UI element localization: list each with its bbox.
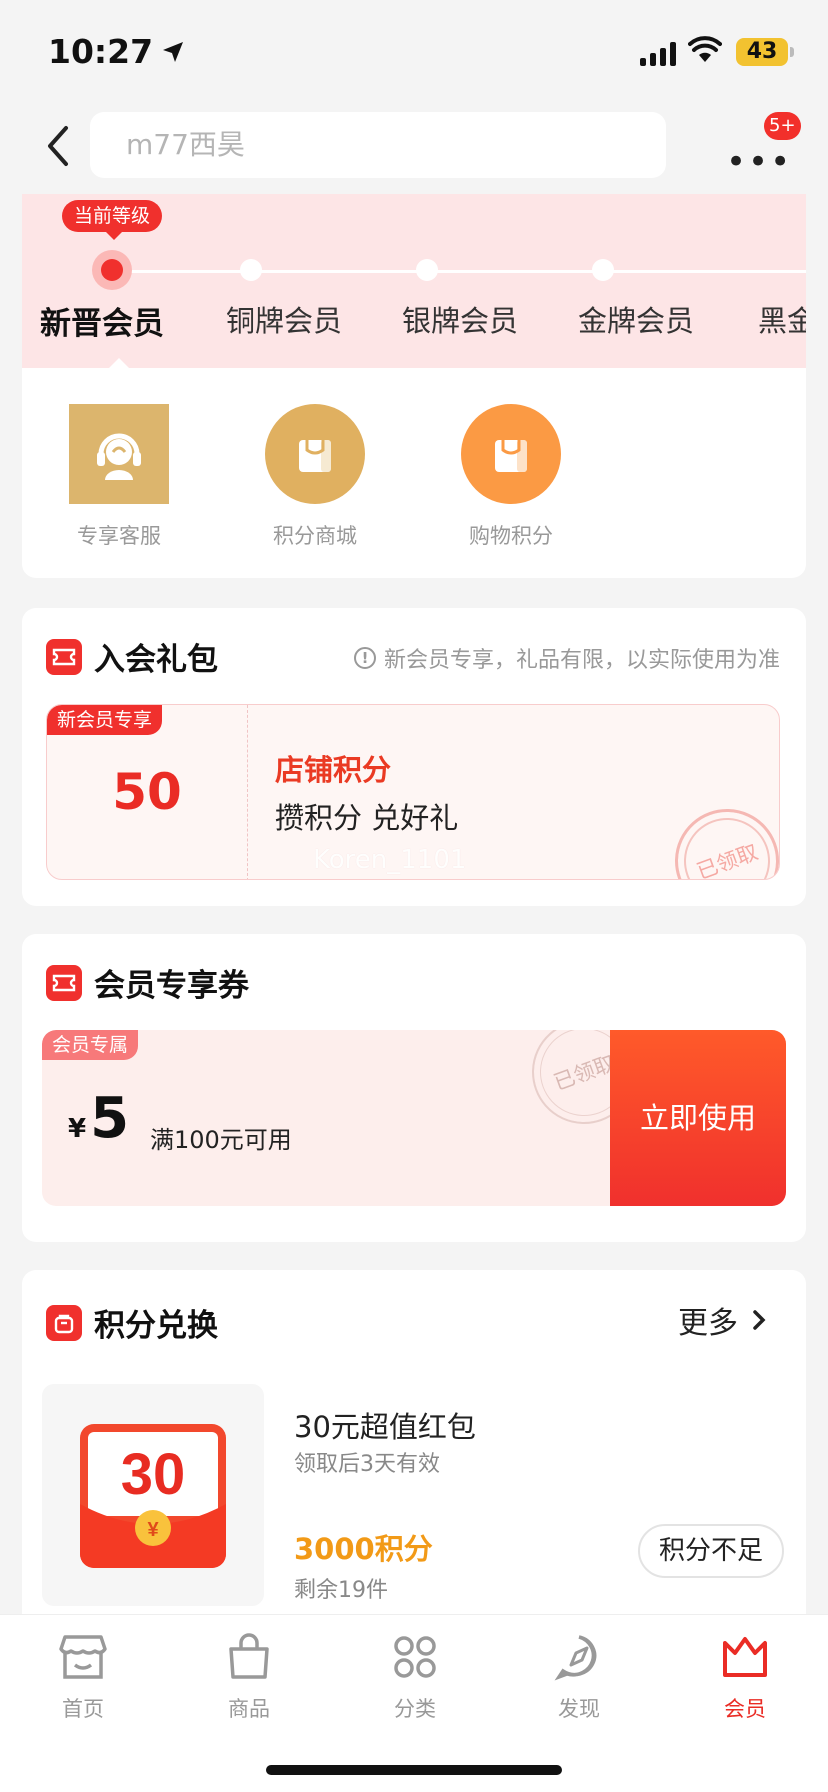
product-validity: 领取后3天有效: [294, 1452, 440, 1477]
home-indicator: [266, 1765, 562, 1775]
divider: [247, 705, 248, 879]
gift-pack-title: 入会礼包: [46, 634, 218, 679]
more-link[interactable]: 更多: [678, 1298, 766, 1342]
chevron-right-icon: [753, 1310, 766, 1330]
gift-name: 店铺积分: [275, 753, 392, 787]
level-new[interactable]: 新晋会员: [40, 298, 164, 343]
tab-categories[interactable]: 分类: [360, 1631, 470, 1723]
clock: 10:27: [48, 32, 185, 71]
envelope-value: 30: [121, 1442, 186, 1507]
current-level-dot: [92, 250, 132, 290]
level-gold[interactable]: 金牌会员: [578, 298, 694, 340]
back-chevron-icon[interactable]: [40, 122, 76, 170]
benefit-exclusive-service[interactable]: 专享客服: [64, 404, 174, 550]
envelope-currency: ¥: [147, 1519, 159, 1541]
tab-membership[interactable]: 会员: [690, 1631, 800, 1723]
points-exchange-card: 积分兑换 更多 30 ¥ 30元超值红包 领取后3天有效 3000积分 剩余19…: [22, 1270, 806, 1650]
compass-icon: [554, 1635, 597, 1681]
level-dot: [416, 259, 438, 281]
ticket-icon: [46, 964, 82, 1001]
coupon-item: 会员专属 ¥ 5 满100元可用 已领取 立即使用: [42, 1030, 786, 1206]
claimed-stamp: 已领取: [660, 794, 779, 879]
membership-level-card: 当前等级 新晋会员 铜牌会员 银牌会员 金牌会员 黑金 专享客服 积分商城 购物…: [22, 194, 806, 578]
gift-description: 攒积分 兑好礼: [275, 801, 459, 835]
location-arrow-icon: [163, 41, 184, 62]
red-envelope-image[interactable]: 30 ¥: [42, 1384, 264, 1606]
benefit-shopping-points[interactable]: 购物积分: [456, 404, 566, 550]
cellular-signal-icon: [640, 40, 676, 66]
points-exchange-title: 积分兑换: [46, 1300, 218, 1345]
store-icon: [59, 1635, 107, 1679]
level-dot: [240, 259, 262, 281]
level-black-gold[interactable]: 黑金: [758, 298, 806, 340]
level-progress: 当前等级 新晋会员 铜牌会员 银牌会员 金牌会员 黑金: [22, 194, 806, 368]
points-price: 3000积分: [294, 1532, 433, 1566]
member-coupon-title: 会员专享券: [46, 960, 249, 1005]
gift-points-value: 50: [112, 763, 182, 821]
wifi-icon: [688, 36, 722, 62]
shopping-bag-icon: [265, 404, 365, 504]
more-options-button[interactable]: •••: [726, 142, 792, 182]
bag-icon: [229, 1633, 269, 1679]
gift-pack-card: 入会礼包 ! 新会员专享，礼品有限，以实际使用为准 新会员专享 50 店铺积分 …: [22, 608, 806, 906]
battery-indicator: 43: [736, 38, 794, 66]
current-level-tag: 当前等级: [62, 200, 163, 240]
status-bar: 10:27 43: [0, 0, 828, 100]
headset-icon: [69, 404, 169, 504]
gift-pack-note: ! 新会员专享，礼品有限，以实际使用为准: [353, 642, 780, 674]
level-track: [108, 270, 806, 273]
level-dot: [592, 259, 614, 281]
tab-products[interactable]: 商品: [194, 1631, 304, 1723]
gift-box-icon: [46, 1304, 82, 1341]
level-pointer: [108, 358, 130, 369]
new-member-tag: 新会员专享: [47, 705, 163, 735]
benefit-points-mall[interactable]: 积分商城: [260, 404, 370, 550]
top-navigation: m77西昊 ••• 5+: [0, 100, 828, 194]
tab-discover[interactable]: 发现: [524, 1631, 634, 1723]
shopping-bag-icon: [461, 404, 561, 504]
coupon-condition: 满100元可用: [150, 1126, 292, 1154]
use-now-button[interactable]: 立即使用: [610, 1030, 786, 1206]
product-name[interactable]: 30元超值红包: [294, 1404, 476, 1446]
insufficient-points-button[interactable]: 积分不足: [638, 1524, 784, 1578]
ticket-icon: [46, 638, 82, 675]
search-input[interactable]: m77西昊: [90, 112, 666, 178]
member-only-tag: 会员专属: [42, 1030, 139, 1060]
info-icon: !: [353, 647, 376, 669]
level-bronze[interactable]: 铜牌会员: [226, 298, 342, 340]
level-silver[interactable]: 银牌会员: [402, 298, 518, 340]
notification-badge: 5+: [764, 112, 801, 140]
watermark: Koren_1101: [313, 845, 467, 875]
member-coupon-card: 会员专享券 会员专属 ¥ 5 满100元可用 已领取 立即使用: [22, 934, 806, 1242]
grid-icon: [394, 1636, 436, 1678]
coupon-value: ¥ 5: [68, 1086, 130, 1151]
gift-pack-item[interactable]: 新会员专享 50 店铺积分 攒积分 兑好礼 Koren_1101 已领取: [46, 704, 780, 880]
stock-remaining: 剩余19件: [294, 1578, 388, 1603]
crown-icon: [723, 1637, 767, 1677]
bottom-tab-bar: 首页 商品 分类 发现 会员: [0, 1614, 828, 1792]
tab-home[interactable]: 首页: [28, 1631, 138, 1723]
